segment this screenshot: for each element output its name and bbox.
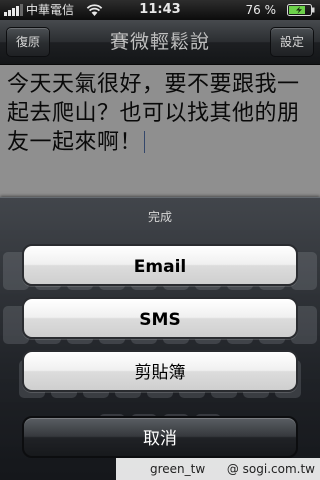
undo-button[interactable]: 復原 [6,27,50,57]
battery-charging-icon [287,4,315,16]
battery-percent: 76 % [245,3,277,17]
status-bar: 中華電信 11:43 76 % [0,0,320,20]
settings-button[interactable]: 設定 [270,27,314,57]
navigation-bar: 復原 賽微輕鬆說 設定 [0,20,320,65]
email-button[interactable]: Email [22,244,298,286]
clipboard-button[interactable]: 剪貼簿 [22,350,298,392]
sms-button[interactable]: SMS [22,297,298,339]
watermark-user: green_tw [150,462,206,476]
watermark-strip: green_tw @ sogi.com.tw [116,458,320,480]
watermark-site: @ sogi.com.tw [226,462,315,476]
cancel-button[interactable]: 取消 [22,416,298,458]
action-sheet: 完成 Email SMS 剪貼簿 取消 [0,197,320,480]
action-sheet-title: 完成 [147,210,172,224]
app-screen: 中華電信 11:43 76 % 復原 賽微輕鬆說 設定 今天天氣很好，要不要跟我… [0,0,320,480]
app-title: 賽微輕鬆說 [109,31,210,53]
